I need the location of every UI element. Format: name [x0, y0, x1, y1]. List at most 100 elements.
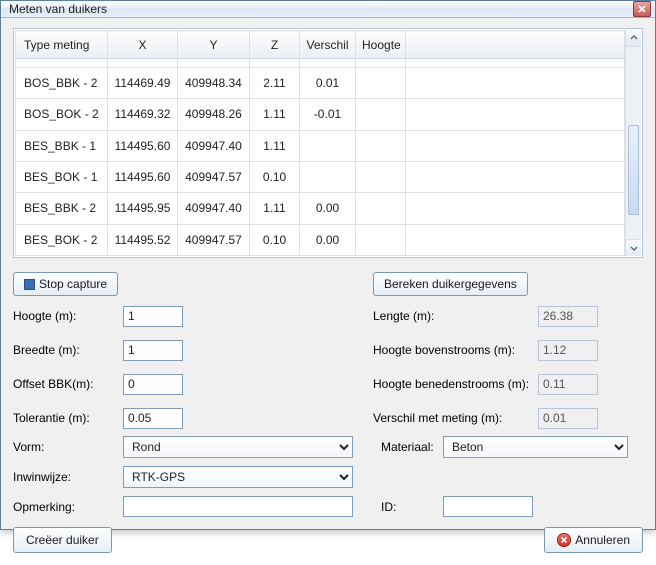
cell-x[interactable]: 114495.60 — [108, 161, 178, 192]
stop-capture-label: Stop capture — [39, 277, 107, 291]
cell-x[interactable]: 114495.52 — [108, 224, 178, 255]
hoogte-bovenstrooms-label: Hoogte bovenstrooms (m): — [373, 343, 538, 357]
cell-z[interactable]: 0.10 — [250, 161, 300, 192]
cell-y[interactable]: 409947.57 — [178, 161, 250, 192]
col-z[interactable]: Z — [250, 31, 300, 59]
table-row[interactable]: BOS_BOK - 2114469.32409948.261.11-0.01 — [16, 99, 625, 130]
cancel-label: Annuleren — [575, 533, 630, 547]
dialog: Meten van duikers Type meting X Y — [0, 0, 656, 530]
cell-type[interactable]: BOS_BBK - 2 — [16, 67, 108, 98]
materiaal-label: Materiaal: — [363, 440, 443, 454]
lengte-label: Lengte (m): — [373, 309, 538, 323]
cell-type[interactable]: BOS_BOK - 2 — [16, 99, 108, 130]
lengte-output — [538, 306, 598, 327]
tolerantie-input[interactable] — [123, 408, 183, 429]
cell-type[interactable]: BES_BBK - 1 — [16, 130, 108, 161]
opmerking-label: Opmerking: — [13, 500, 123, 514]
hoogte-input[interactable] — [123, 306, 183, 327]
cell-filler[interactable] — [406, 161, 625, 192]
cell-z[interactable]: 1.11 — [250, 193, 300, 224]
bereken-label: Bereken duikergegevens — [384, 277, 517, 291]
cell-diff[interactable] — [300, 130, 356, 161]
cell-y[interactable]: 409948.26 — [178, 99, 250, 130]
cell-filler[interactable] — [406, 224, 625, 255]
cell-diff[interactable]: 0.00 — [300, 224, 356, 255]
table-row[interactable] — [16, 59, 625, 68]
cell-x[interactable]: 114469.49 — [108, 67, 178, 98]
cancel-button[interactable]: Annuleren — [544, 527, 643, 553]
cell-z[interactable]: 0.10 — [250, 224, 300, 255]
offset-bbk-label: Offset BBK(m): — [13, 377, 123, 391]
chevron-up-icon — [630, 34, 638, 42]
window-title: Meten van duikers — [9, 2, 633, 16]
cell-x[interactable]: 114495.95 — [108, 193, 178, 224]
materiaal-select[interactable]: Beton — [443, 436, 628, 458]
cell-hoogte[interactable] — [356, 193, 406, 224]
scroll-up-arrow[interactable] — [626, 30, 641, 47]
cell-type[interactable]: BES_BBK - 2 — [16, 193, 108, 224]
cell-z[interactable]: 1.11 — [250, 99, 300, 130]
cell-y[interactable]: 409948.34 — [178, 67, 250, 98]
chevron-down-icon — [630, 244, 638, 252]
cell-y[interactable]: 409947.40 — [178, 130, 250, 161]
col-type[interactable]: Type meting — [16, 31, 108, 59]
col-x[interactable]: X — [108, 31, 178, 59]
scroll-down-arrow[interactable] — [626, 239, 641, 256]
cell-diff[interactable]: 0.00 — [300, 193, 356, 224]
create-duiker-button[interactable]: Creëer duiker — [13, 527, 112, 553]
vertical-scrollbar[interactable] — [625, 30, 641, 256]
id-input[interactable] — [443, 496, 533, 517]
cell-diff[interactable] — [300, 161, 356, 192]
stop-capture-button[interactable]: Stop capture — [13, 272, 118, 296]
cell-hoogte[interactable] — [356, 224, 406, 255]
table-row[interactable]: BES_BBK - 1114495.60409947.401.11 — [16, 130, 625, 161]
cell-x[interactable]: 114469.32 — [108, 99, 178, 130]
cell-y[interactable]: 409947.57 — [178, 224, 250, 255]
breedte-input[interactable] — [123, 340, 183, 361]
verschil-meting-output — [538, 408, 598, 429]
grid-header-row: Type meting X Y Z Verschil Hoogte — [16, 31, 625, 59]
scroll-thumb[interactable] — [628, 125, 639, 215]
bereken-button[interactable]: Bereken duikergegevens — [373, 272, 528, 296]
table-row[interactable]: BOS_BBK - 2114469.49409948.342.110.01 — [16, 67, 625, 98]
cell-filler[interactable] — [406, 99, 625, 130]
close-icon — [638, 5, 646, 13]
cell-hoogte[interactable] — [356, 99, 406, 130]
table-row[interactable]: BES_BBK - 2114495.95409947.401.110.00 — [16, 193, 625, 224]
grid-table[interactable]: Type meting X Y Z Verschil Hoogte BOS_BB… — [15, 30, 625, 256]
close-button[interactable] — [633, 1, 651, 17]
cell-hoogte[interactable] — [356, 130, 406, 161]
cell-type[interactable]: BES_BOK - 1 — [16, 161, 108, 192]
create-duiker-label: Creëer duiker — [26, 533, 99, 547]
cell-filler[interactable] — [406, 193, 625, 224]
cell-hoogte[interactable] — [356, 67, 406, 98]
cell-type[interactable]: BES_BOK - 2 — [16, 224, 108, 255]
opmerking-input[interactable] — [123, 496, 353, 517]
id-label: ID: — [363, 500, 443, 514]
table-row[interactable]: BES_BOK - 2114495.52409947.570.100.00 — [16, 224, 625, 255]
offset-bbk-input[interactable] — [123, 374, 183, 395]
col-y[interactable]: Y — [178, 31, 250, 59]
inwinwijze-select[interactable]: RTK-GPS — [123, 466, 353, 488]
cell-x[interactable]: 114495.60 — [108, 130, 178, 161]
cell-diff[interactable]: -0.01 — [300, 99, 356, 130]
col-hoogte[interactable]: Hoogte — [356, 31, 406, 59]
col-diff[interactable]: Verschil — [300, 31, 356, 59]
cancel-icon — [557, 533, 571, 547]
hoogte-bovenstrooms-output — [538, 340, 598, 361]
hoogte-label: Hoogte (m): — [13, 309, 123, 323]
cell-diff[interactable]: 0.01 — [300, 67, 356, 98]
stop-icon — [24, 279, 35, 290]
cell-hoogte[interactable] — [356, 161, 406, 192]
cell-z[interactable]: 1.11 — [250, 130, 300, 161]
cell-filler[interactable] — [406, 130, 625, 161]
vorm-select[interactable]: Rond — [123, 436, 353, 458]
cell-filler[interactable] — [406, 67, 625, 98]
inwinwijze-label: Inwinwijze: — [13, 470, 123, 484]
tolerantie-label: Tolerantie (m): — [13, 411, 123, 425]
titlebar: Meten van duikers — [1, 1, 655, 18]
cell-y[interactable]: 409947.40 — [178, 193, 250, 224]
data-grid: Type meting X Y Z Verschil Hoogte BOS_BB… — [13, 28, 643, 258]
cell-z[interactable]: 2.11 — [250, 67, 300, 98]
table-row[interactable]: BES_BOK - 1114495.60409947.570.10 — [16, 161, 625, 192]
